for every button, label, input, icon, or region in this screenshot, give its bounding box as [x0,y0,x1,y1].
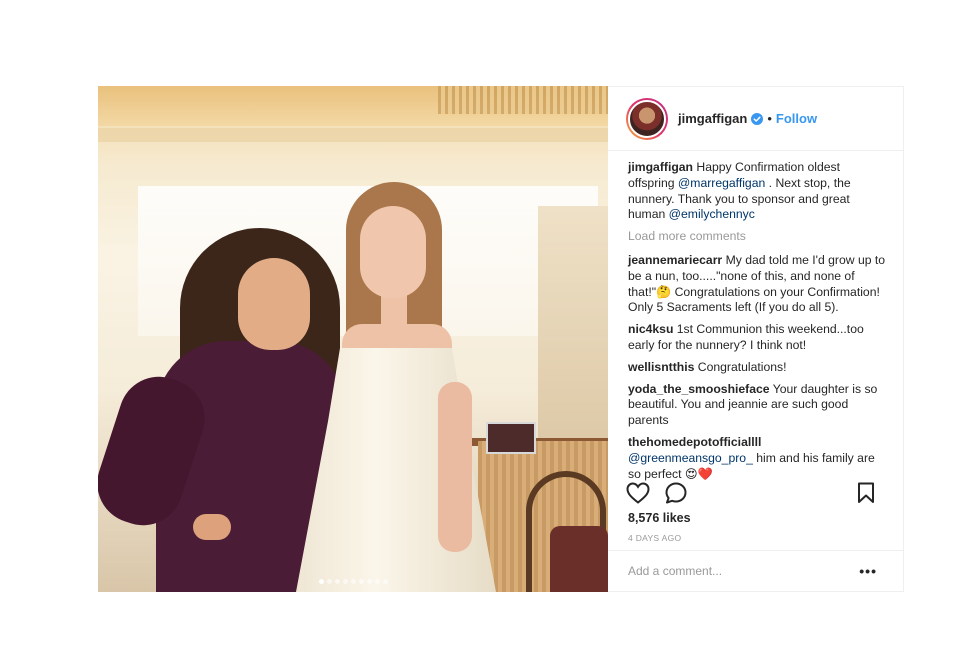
comment: jeannemariecarr My dad told me I'd grow … [628,253,889,316]
carousel-dot[interactable] [350,579,356,584]
verified-badge-icon [751,112,764,125]
comment: wellisntthis Congratulations! [628,360,889,376]
header-username[interactable]: jimgaffigan [678,111,747,126]
comment-username[interactable]: wellisntthis [628,360,694,374]
likes-count[interactable]: 8,576 likes [628,511,691,525]
photo-molding [438,86,608,114]
bookmark-icon[interactable] [857,482,875,504]
post-actions [626,481,875,505]
comment: thehomedepotofficiallll @greenmeansgo_pr… [628,435,889,482]
carousel-dot[interactable] [382,579,388,584]
avatar [628,99,666,138]
comment-username[interactable]: yoda_the_smooshieface [628,382,770,396]
instagram-post: jimgaffigan • Follow jimgaffigan Happy C… [98,86,904,592]
avatar-story-ring[interactable] [626,97,668,140]
more-options-icon[interactable]: ••• [859,563,877,579]
caption: jimgaffigan Happy Confirmation oldest of… [628,160,889,223]
comment-mention[interactable]: @greenmeansgo_pro_ [628,451,753,465]
carousel-dot[interactable] [374,579,380,584]
heart-icon[interactable] [626,482,650,504]
comment: yoda_the_smooshieface Your daughter is s… [628,382,889,429]
comments-list: jimgaffigan Happy Confirmation oldest of… [628,160,889,488]
post-header: jimgaffigan • Follow [608,87,903,151]
photo-beam [98,128,608,142]
add-comment-bar: Add a comment... ••• [608,550,903,591]
post-photo[interactable] [98,86,608,592]
caption-username[interactable]: jimgaffigan [628,160,693,174]
caption-mention[interactable]: @marregaffigan [678,176,765,190]
comment-username[interactable]: jeannemariecarr [628,253,722,267]
woman-hand [193,514,231,540]
comment-bubble-icon[interactable] [664,481,688,505]
woman-face [238,258,310,350]
load-more-comments-link[interactable]: Load more comments [628,229,889,245]
add-comment-input[interactable]: Add a comment... [628,564,859,578]
carousel-dot[interactable] [326,579,332,584]
carousel-dot[interactable] [318,579,324,584]
follow-button[interactable]: Follow [776,111,817,126]
carousel-dot[interactable] [358,579,364,584]
comment-username[interactable]: nic4ksu [628,322,673,336]
carousel-dot[interactable] [342,579,348,584]
caption-mention[interactable]: @emilychennyc [669,207,755,221]
post-date[interactable]: 4 DAYS AGO [628,533,681,543]
carousel-dot[interactable] [334,579,340,584]
comment: nic4ksu 1st Communion this weekend...too… [628,322,889,354]
header-separator: • [767,111,772,126]
comment-username[interactable]: thehomedepotofficiallll [628,435,761,449]
carousel-dot[interactable] [366,579,372,584]
post-side-panel: jimgaffigan • Follow jimgaffigan Happy C… [608,86,904,592]
photo-sign [486,422,536,454]
girl-face [360,206,426,298]
carousel-indicator [98,579,608,584]
girl-arm [438,382,472,552]
comment-text: Congratulations! [694,359,787,374]
girl-neck [381,292,407,332]
